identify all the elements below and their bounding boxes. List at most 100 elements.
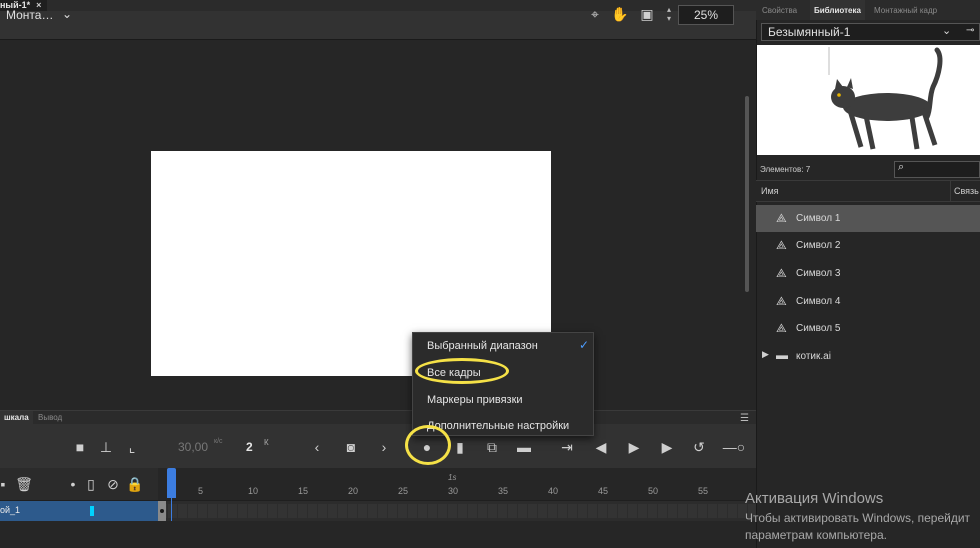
menu-item-advanced-settings[interactable]: Дополнительные настройки [427,420,569,432]
library-item-folder[interactable]: ▶ ▬ котик.ai [756,343,980,370]
library-item-label: Символ 4 [796,296,841,307]
layer-controls: ▪ 🗑 • ▯ ⊘ 🔒 [0,468,158,500]
activation-watermark-title: Активация Windows [745,490,884,507]
chevron-down-icon[interactable]: ⌄ [942,24,951,37]
check-icon: ✓ [579,338,590,352]
library-item-label: Символ 2 [796,240,841,251]
cat-illustration [828,47,943,150]
fps-value[interactable]: 30,00 [178,440,208,454]
library-item-symbol-4[interactable]: ⟁ Символ 4 [756,288,980,315]
highlight-dot-icon[interactable]: • [64,476,82,492]
library-item-symbol-1[interactable]: ⟁ Символ 1 [756,205,980,232]
symbol-icon: ⟁ [776,321,787,335]
library-item-label: Символ 5 [796,323,841,334]
timeline-empty-area [0,521,756,548]
fps-unit: к/с [214,438,223,445]
camera-icon[interactable]: ■ [71,439,89,455]
symbol-icon: ⟁ [776,266,787,280]
edit-multiple-frames-icon[interactable]: ⧉ [483,439,501,455]
menu-item-selected-range[interactable]: Выбранный диапазон [427,340,538,352]
trash-icon[interactable]: 🗑 [15,476,33,492]
ruler-tick-label: 55 [698,486,709,496]
symbol-icon: ⟁ [776,238,787,252]
library-search-input[interactable] [894,161,980,178]
ruler-tick-label: 40 [548,486,559,496]
library-item-count: Элементов: 7 [760,165,811,174]
ruler-tick-label: 50 [648,486,659,496]
frame-cells [158,501,756,521]
stage-scrollbar[interactable] [745,96,749,292]
highlight-ring [415,358,509,384]
library-item-symbol-3[interactable]: ⟁ Символ 3 [756,260,980,287]
library-item-label: Символ 3 [796,268,841,279]
zoom-slider[interactable]: —○ [718,439,750,455]
tab-properties[interactable]: Свойства [762,0,797,20]
frames-row[interactable] [158,501,756,521]
zoom-stepper-icon[interactable]: ▴ ▾ [667,5,671,23]
stage-scroll-track [748,40,756,410]
library-item-symbol-5[interactable]: ⟁ Символ 5 [756,315,980,342]
eye-slash-icon[interactable]: ⊘ [104,476,122,492]
step-forward-icon[interactable]: ▶ [658,439,676,455]
highlight-ring [405,425,451,465]
chevron-left-icon[interactable]: ‹ [308,439,326,455]
hand-icon[interactable]: ✋ [611,5,629,23]
frame-ruler[interactable]: 1s 5 10 15 20 25 30 35 40 45 50 55 [158,468,756,500]
onion-range-menu: Выбранный диапазон ✓ Все кадры Маркеры п… [412,332,594,436]
column-divider[interactable] [950,180,951,202]
playhead[interactable] [167,468,176,498]
folder-icon: ▬ [776,348,788,362]
search-icon: ⌕ [898,161,905,173]
chevron-right-icon[interactable]: ▶ [762,349,769,360]
activation-watermark-text: Чтобы активировать Windows, перейдит [745,511,971,525]
ruler-tick-label: 30 [448,486,459,496]
insert-keyframe-icon[interactable]: ◙ [342,439,360,455]
ruler-tick-label: 25 [398,486,409,496]
frame-unit: К [264,438,269,447]
tab-library[interactable]: Библиотека [810,0,865,20]
panel-menu-icon[interactable]: ☰ [740,413,749,424]
column-name[interactable]: Имя [761,186,779,196]
chevron-right-icon[interactable]: › [375,439,393,455]
onion-outline-icon[interactable]: ▮ [451,439,469,455]
step-back-icon[interactable]: ◀ [592,439,610,455]
loop-icon[interactable]: ⇥ [558,439,576,455]
layer-parenting-icon[interactable]: ⊥ [97,439,115,455]
tab-output[interactable]: Вывод [34,411,66,425]
layer-name[interactable]: ой_1 [0,505,20,515]
tab-timeline[interactable]: шкала [0,411,33,425]
column-links[interactable]: Связь [954,186,979,196]
library-item-symbol-2[interactable]: ⟁ Символ 2 [756,232,980,259]
tab-frame-picker[interactable]: Монтажный кадр [874,0,937,20]
timeline-panel-header: шкала Вывод ☰ [0,410,756,425]
new-layer-icon[interactable]: ▪ [0,476,12,492]
ruler-tick-label: 20 [348,486,359,496]
lock-icon[interactable]: 🔒 [126,476,144,492]
rewind-icon[interactable]: ↺ [690,439,708,455]
current-frame[interactable]: 2 [246,440,253,454]
pin-icon[interactable]: ⊸ [966,25,974,36]
ruler-tick-label: 45 [598,486,609,496]
layer-row[interactable]: ой_1 [0,501,158,521]
frame-range-icon[interactable]: ▬ [515,439,533,455]
layer-color-swatch[interactable] [90,506,94,516]
library-column-header [756,180,980,202]
ruler-tick-label: 15 [298,486,309,496]
ruler-tick-label: 10 [248,486,259,496]
library-panel-tabs: Свойства Библиотека Монтажный кадр [756,0,980,20]
chevron-down-icon[interactable]: ⌄ [62,7,72,21]
timeline-controls: ■ ⊥ ⌞ 30,00 к/с 2 К ‹ ◙ › ● ▮ ⧉ ▬ ⇥ ◀ ▶ … [0,424,756,468]
symbol-icon: ⟁ [776,294,787,308]
zoom-field[interactable]: 25% [678,5,734,25]
snap-icon[interactable]: ⌖ [586,5,604,23]
scene-selector[interactable]: Монта… [6,8,53,22]
graph-icon[interactable]: ⌞ [123,439,141,455]
clip-stage-icon[interactable]: ▣ [638,5,656,23]
activation-watermark-text: параметрам компьютера. [745,528,887,542]
ruler-tick-label: 5 [198,486,204,496]
ruler-second-label: 1s [448,473,457,482]
outline-icon[interactable]: ▯ [82,476,100,492]
menu-item-anchor-markers[interactable]: Маркеры привязки [427,394,523,406]
play-icon[interactable]: ▶ [625,439,643,455]
library-item-label: котик.ai [796,351,831,362]
